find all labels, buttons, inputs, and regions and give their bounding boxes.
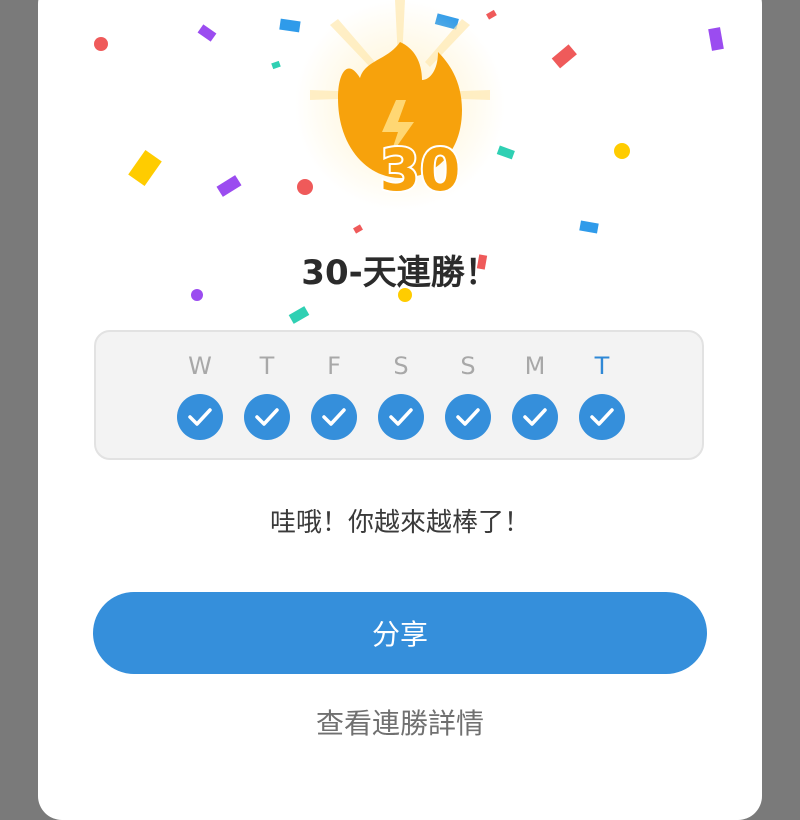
view-streak-details-link[interactable]: 查看連勝詳情 <box>0 702 800 742</box>
check-icon <box>512 394 558 440</box>
day-sun: S <box>444 350 492 440</box>
check-icon <box>244 394 290 440</box>
streak-count: 30 <box>378 134 463 206</box>
day-fri: F <box>310 350 358 440</box>
check-icon <box>177 394 223 440</box>
streak-title: 30-天連勝！ <box>301 253 499 293</box>
day-letter: S <box>460 352 476 380</box>
encouragement-message: 哇哦！你越來越棒了！ <box>269 508 530 538</box>
week-progress: W T F S S M T <box>94 330 704 460</box>
day-tue-today: T <box>578 350 626 440</box>
day-letter: W <box>188 352 212 380</box>
check-icon <box>378 394 424 440</box>
day-thu: T <box>243 350 291 440</box>
day-letter: M <box>524 352 546 380</box>
day-letter: T <box>259 352 275 380</box>
day-mon: M <box>511 350 559 440</box>
day-letter: S <box>393 352 409 380</box>
share-button[interactable]: 分享 <box>93 592 707 674</box>
day-sat: S <box>377 350 425 440</box>
day-wed: W <box>176 350 224 440</box>
day-letter-today: T <box>594 352 610 380</box>
day-letter: F <box>327 352 341 380</box>
check-icon <box>579 394 625 440</box>
check-icon <box>445 394 491 440</box>
check-icon <box>311 394 357 440</box>
